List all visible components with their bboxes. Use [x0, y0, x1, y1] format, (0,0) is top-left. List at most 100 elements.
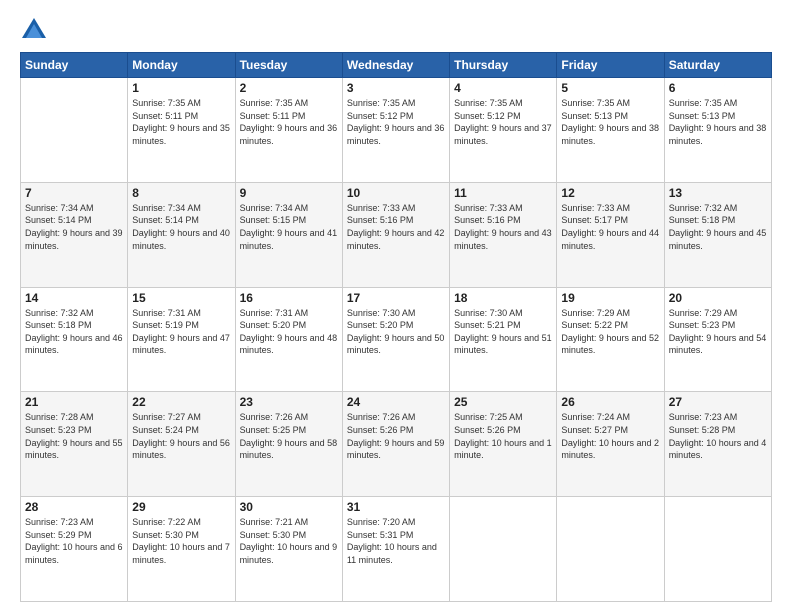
- day-info: Sunrise: 7:35 AMSunset: 5:11 PMDaylight:…: [132, 97, 230, 147]
- calendar-cell: 2 Sunrise: 7:35 AMSunset: 5:11 PMDaylight…: [235, 78, 342, 183]
- calendar-header-saturday: Saturday: [664, 53, 771, 78]
- day-info: Sunrise: 7:25 AMSunset: 5:26 PMDaylight:…: [454, 411, 552, 461]
- calendar-cell: [21, 78, 128, 183]
- day-info: Sunrise: 7:34 AMSunset: 5:14 PMDaylight:…: [132, 202, 230, 252]
- day-info: Sunrise: 7:26 AMSunset: 5:25 PMDaylight:…: [240, 411, 338, 461]
- day-number: 22: [132, 395, 230, 409]
- calendar-cell: 26 Sunrise: 7:24 AMSunset: 5:27 PMDayligh…: [557, 392, 664, 497]
- calendar-header-tuesday: Tuesday: [235, 53, 342, 78]
- calendar-cell: 9 Sunrise: 7:34 AMSunset: 5:15 PMDaylight…: [235, 182, 342, 287]
- calendar-cell: 3 Sunrise: 7:35 AMSunset: 5:12 PMDaylight…: [342, 78, 449, 183]
- day-number: 12: [561, 186, 659, 200]
- day-number: 7: [25, 186, 123, 200]
- calendar-cell: 10Sunrise: 7:33 AMSunset: 5:16 PMDayligh…: [342, 182, 449, 287]
- day-info: Sunrise: 7:31 AMSunset: 5:19 PMDaylight:…: [132, 307, 230, 357]
- calendar-cell: 1 Sunrise: 7:35 AMSunset: 5:11 PMDaylight…: [128, 78, 235, 183]
- calendar-cell: 27Sunrise: 7:23 AMSunset: 5:28 PMDayligh…: [664, 392, 771, 497]
- day-number: 20: [669, 291, 767, 305]
- calendar-cell: 15 Sunrise: 7:31 AMSunset: 5:19 PMDayligh…: [128, 287, 235, 392]
- day-number: 23: [240, 395, 338, 409]
- calendar-cell: 17 Sunrise: 7:30 AMSunset: 5:20 PMDayligh…: [342, 287, 449, 392]
- day-number: 26: [561, 395, 659, 409]
- logo: [20, 16, 52, 44]
- day-number: 28: [25, 500, 123, 514]
- calendar-cell: 31Sunrise: 7:20 AMSunset: 5:31 PMDayligh…: [342, 497, 449, 602]
- day-info: Sunrise: 7:35 AMSunset: 5:13 PMDaylight:…: [561, 97, 659, 147]
- day-number: 31: [347, 500, 445, 514]
- calendar-cell: [450, 497, 557, 602]
- day-info: Sunrise: 7:32 AMSunset: 5:18 PMDaylight:…: [25, 307, 123, 357]
- day-info: Sunrise: 7:21 AMSunset: 5:30 PMDaylight:…: [240, 516, 338, 566]
- day-info: Sunrise: 7:30 AMSunset: 5:21 PMDaylight:…: [454, 307, 552, 357]
- calendar-cell: 5Sunrise: 7:35 AMSunset: 5:13 PMDaylight…: [557, 78, 664, 183]
- calendar-header-wednesday: Wednesday: [342, 53, 449, 78]
- day-number: 24: [347, 395, 445, 409]
- day-info: Sunrise: 7:22 AMSunset: 5:30 PMDaylight:…: [132, 516, 230, 566]
- calendar-cell: 29 Sunrise: 7:22 AMSunset: 5:30 PMDayligh…: [128, 497, 235, 602]
- calendar-cell: 11Sunrise: 7:33 AMSunset: 5:16 PMDayligh…: [450, 182, 557, 287]
- calendar-week-row: 1 Sunrise: 7:35 AMSunset: 5:11 PMDaylight…: [21, 78, 772, 183]
- day-number: 6: [669, 81, 767, 95]
- calendar-cell: [664, 497, 771, 602]
- calendar-table: SundayMondayTuesdayWednesdayThursdayFrid…: [20, 52, 772, 602]
- day-number: 18: [454, 291, 552, 305]
- calendar-cell: 24Sunrise: 7:26 AMSunset: 5:26 PMDayligh…: [342, 392, 449, 497]
- calendar-header-row: SundayMondayTuesdayWednesdayThursdayFrid…: [21, 53, 772, 78]
- calendar-cell: 6 Sunrise: 7:35 AMSunset: 5:13 PMDaylight…: [664, 78, 771, 183]
- day-number: 19: [561, 291, 659, 305]
- calendar-cell: 30 Sunrise: 7:21 AMSunset: 5:30 PMDayligh…: [235, 497, 342, 602]
- day-number: 21: [25, 395, 123, 409]
- day-info: Sunrise: 7:33 AMSunset: 5:17 PMDaylight:…: [561, 202, 659, 252]
- page: SundayMondayTuesdayWednesdayThursdayFrid…: [0, 0, 792, 612]
- day-number: 25: [454, 395, 552, 409]
- day-number: 9: [240, 186, 338, 200]
- day-info: Sunrise: 7:35 AMSunset: 5:12 PMDaylight:…: [347, 97, 445, 147]
- calendar-header-sunday: Sunday: [21, 53, 128, 78]
- day-info: Sunrise: 7:29 AMSunset: 5:23 PMDaylight:…: [669, 307, 767, 357]
- calendar-week-row: 28 Sunrise: 7:23 AMSunset: 5:29 PMDayligh…: [21, 497, 772, 602]
- day-number: 14: [25, 291, 123, 305]
- day-info: Sunrise: 7:23 AMSunset: 5:29 PMDaylight:…: [25, 516, 123, 566]
- day-info: Sunrise: 7:31 AMSunset: 5:20 PMDaylight:…: [240, 307, 338, 357]
- day-info: Sunrise: 7:33 AMSunset: 5:16 PMDaylight:…: [347, 202, 445, 252]
- calendar-week-row: 21 Sunrise: 7:28 AMSunset: 5:23 PMDayligh…: [21, 392, 772, 497]
- calendar-cell: 8 Sunrise: 7:34 AMSunset: 5:14 PMDaylight…: [128, 182, 235, 287]
- day-number: 1: [132, 81, 230, 95]
- day-number: 8: [132, 186, 230, 200]
- calendar-week-row: 7 Sunrise: 7:34 AMSunset: 5:14 PMDaylight…: [21, 182, 772, 287]
- day-info: Sunrise: 7:34 AMSunset: 5:14 PMDaylight:…: [25, 202, 123, 252]
- day-number: 15: [132, 291, 230, 305]
- calendar-cell: 21 Sunrise: 7:28 AMSunset: 5:23 PMDayligh…: [21, 392, 128, 497]
- day-info: Sunrise: 7:35 AMSunset: 5:13 PMDaylight:…: [669, 97, 767, 147]
- day-number: 2: [240, 81, 338, 95]
- calendar-cell: 28 Sunrise: 7:23 AMSunset: 5:29 PMDayligh…: [21, 497, 128, 602]
- day-info: Sunrise: 7:34 AMSunset: 5:15 PMDaylight:…: [240, 202, 338, 252]
- calendar-cell: 7 Sunrise: 7:34 AMSunset: 5:14 PMDaylight…: [21, 182, 128, 287]
- calendar-week-row: 14 Sunrise: 7:32 AMSunset: 5:18 PMDayligh…: [21, 287, 772, 392]
- day-number: 29: [132, 500, 230, 514]
- day-number: 30: [240, 500, 338, 514]
- day-info: Sunrise: 7:30 AMSunset: 5:20 PMDaylight:…: [347, 307, 445, 357]
- day-info: Sunrise: 7:28 AMSunset: 5:23 PMDaylight:…: [25, 411, 123, 461]
- calendar-cell: 18 Sunrise: 7:30 AMSunset: 5:21 PMDayligh…: [450, 287, 557, 392]
- calendar-cell: 14 Sunrise: 7:32 AMSunset: 5:18 PMDayligh…: [21, 287, 128, 392]
- day-number: 3: [347, 81, 445, 95]
- day-info: Sunrise: 7:24 AMSunset: 5:27 PMDaylight:…: [561, 411, 659, 461]
- day-info: Sunrise: 7:23 AMSunset: 5:28 PMDaylight:…: [669, 411, 767, 461]
- calendar-cell: 22 Sunrise: 7:27 AMSunset: 5:24 PMDayligh…: [128, 392, 235, 497]
- day-number: 13: [669, 186, 767, 200]
- calendar-cell: 23 Sunrise: 7:26 AMSunset: 5:25 PMDayligh…: [235, 392, 342, 497]
- day-info: Sunrise: 7:32 AMSunset: 5:18 PMDaylight:…: [669, 202, 767, 252]
- day-info: Sunrise: 7:35 AMSunset: 5:11 PMDaylight:…: [240, 97, 338, 147]
- calendar-cell: 19Sunrise: 7:29 AMSunset: 5:22 PMDayligh…: [557, 287, 664, 392]
- day-number: 11: [454, 186, 552, 200]
- calendar-cell: 13 Sunrise: 7:32 AMSunset: 5:18 PMDayligh…: [664, 182, 771, 287]
- day-number: 16: [240, 291, 338, 305]
- calendar-cell: 12 Sunrise: 7:33 AMSunset: 5:17 PMDayligh…: [557, 182, 664, 287]
- calendar-cell: 20 Sunrise: 7:29 AMSunset: 5:23 PMDayligh…: [664, 287, 771, 392]
- logo-icon: [20, 16, 48, 44]
- day-info: Sunrise: 7:27 AMSunset: 5:24 PMDaylight:…: [132, 411, 230, 461]
- day-number: 17: [347, 291, 445, 305]
- day-number: 4: [454, 81, 552, 95]
- calendar-cell: 4Sunrise: 7:35 AMSunset: 5:12 PMDaylight…: [450, 78, 557, 183]
